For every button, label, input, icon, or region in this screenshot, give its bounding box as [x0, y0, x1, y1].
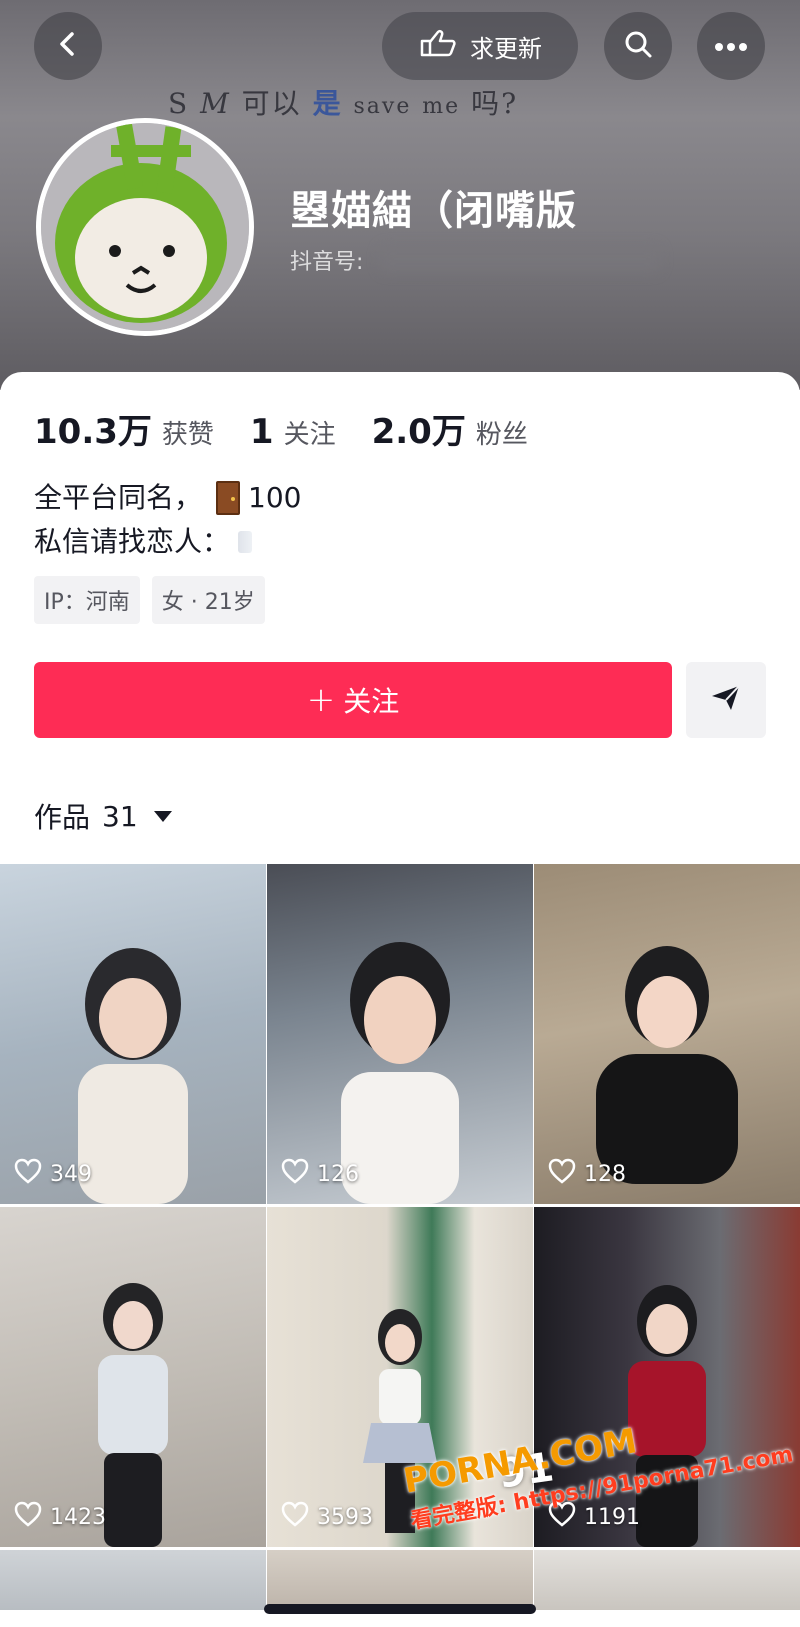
bio-redacted-mark: [238, 531, 253, 553]
video-thumbnail[interactable]: [267, 1550, 533, 1610]
bio-line: 私信请找恋人：: [34, 520, 301, 564]
bio-number: 100: [248, 481, 302, 514]
back-button[interactable]: [34, 12, 102, 80]
follow-label: 关注: [343, 685, 400, 718]
bio-text: 私信请找恋人：: [34, 525, 231, 558]
stat-value: 10.3万: [34, 412, 152, 452]
stat-value: 1: [249, 412, 274, 452]
video-thumbnail[interactable]: 349: [0, 864, 266, 1204]
heart-icon: [281, 1501, 309, 1533]
home-indicator[interactable]: [264, 1604, 536, 1614]
heart-icon: [548, 1158, 576, 1190]
like-count-value: 126: [317, 1161, 359, 1187]
cover-caption: S M 可以 是 save me 吗?: [168, 87, 519, 120]
more-dots-icon: [714, 37, 748, 56]
like-count-value: 349: [50, 1161, 92, 1187]
chevron-left-icon: [54, 30, 82, 62]
douyin-id-label: 抖音号:: [290, 250, 364, 275]
like-count: 1423: [14, 1501, 106, 1533]
video-thumbnail[interactable]: [0, 1550, 266, 1610]
like-count: 3593: [281, 1501, 373, 1533]
like-count-value: 1191: [584, 1504, 640, 1530]
message-share-button[interactable]: [686, 662, 766, 738]
like-count-value: 3593: [317, 1504, 373, 1530]
request-update-button[interactable]: 求更新: [382, 12, 578, 80]
video-thumbnail[interactable]: 126: [267, 864, 533, 1204]
video-thumbnail[interactable]: 1423: [0, 1207, 266, 1547]
heart-icon: [14, 1501, 42, 1533]
works-tab[interactable]: 作品 31: [34, 796, 172, 836]
search-icon: [622, 28, 654, 64]
works-count: 31: [102, 799, 138, 833]
stat-label: 粉丝: [475, 420, 528, 450]
heart-icon: [14, 1158, 42, 1190]
profile-stats: 10.3万 获赞 1 关注 2.0万 粉丝: [34, 404, 550, 453]
video-thumbnail[interactable]: 128: [534, 864, 800, 1204]
follow-button[interactable]: + 关注: [34, 662, 672, 738]
stat-label: 获赞: [161, 420, 214, 450]
like-count: 128: [548, 1158, 626, 1190]
stat-following[interactable]: 1 关注: [250, 412, 336, 452]
douyin-id-redacted: [380, 246, 660, 272]
display-name: 曌媌緢（闭嘴版: [290, 188, 577, 234]
video-grid: 349 126 128 1423 3593 1191: [0, 864, 800, 1610]
ip-location-tag: IP：河南: [34, 576, 140, 624]
avatar[interactable]: [36, 118, 254, 336]
search-button[interactable]: [604, 12, 672, 80]
video-thumbnail[interactable]: [534, 1550, 800, 1610]
send-arrow-icon: [709, 683, 743, 717]
like-count: 126: [281, 1158, 359, 1190]
profile-bio: 全平台同名， 100 私信请找恋人：: [34, 476, 301, 564]
like-count-value: 128: [584, 1161, 626, 1187]
works-label: 作品: [34, 801, 91, 834]
request-update-label: 求更新: [470, 34, 542, 63]
caret-down-icon: [153, 810, 172, 822]
plus-icon: +: [306, 680, 336, 720]
stat-likes[interactable]: 10.3万 获赞: [34, 404, 214, 453]
stat-followers[interactable]: 2.0万 粉丝: [372, 404, 528, 453]
more-button[interactable]: [697, 12, 765, 80]
heart-icon: [281, 1158, 309, 1190]
like-count: 349: [14, 1158, 92, 1190]
profile-tags: IP：河南 女 · 21岁: [34, 576, 265, 624]
bio-text: 全平台同名，: [34, 481, 203, 514]
gender-age-tag: 女 · 21岁: [151, 576, 265, 624]
hand-pointing-icon: [418, 27, 458, 65]
stat-value: 2.0万: [371, 412, 466, 452]
door-icon: [216, 481, 241, 515]
profile-cover: S M 可以 是 save me 吗? 求更新 曌媌緢（闭嘴版 抖音号:: [0, 0, 800, 390]
bio-line: 全平台同名， 100: [34, 476, 301, 520]
avatar-image: [41, 123, 249, 331]
like-count-value: 1423: [50, 1504, 106, 1530]
stat-label: 关注: [283, 420, 336, 450]
